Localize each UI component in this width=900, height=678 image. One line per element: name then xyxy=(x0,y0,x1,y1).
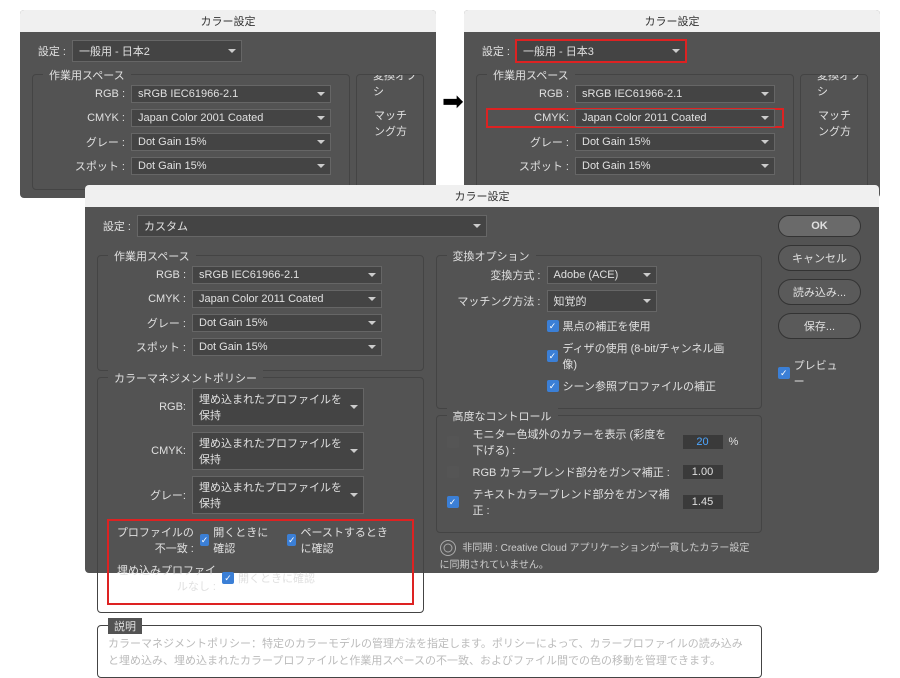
adv-textgamma-value[interactable]: 1.45 xyxy=(683,495,723,509)
dialog-title: カラー設定 xyxy=(85,185,879,207)
sync-status: 非同期 : Creative Cloud アプリケーションが一貫したカラー設定に… xyxy=(440,543,750,571)
setting-dropdown[interactable]: 一般用 - 日本2 xyxy=(72,40,242,62)
advanced-title: 高度なコントロール xyxy=(447,408,558,424)
workspace-title: 作業用スペース xyxy=(487,67,575,83)
gray-dropdown[interactable]: Dot Gain 15% xyxy=(131,133,331,151)
conv-mode-dropdown[interactable]: Adobe (ACE) xyxy=(547,266,657,284)
adv-textgamma-checkbox[interactable]: ✓ xyxy=(447,496,459,508)
convert-title: 変換オプシ xyxy=(367,74,423,99)
spot-dropdown[interactable]: Dot Gain 15% xyxy=(192,338,382,356)
matching-label: マッチング方 xyxy=(811,107,857,139)
cmyk-label: CMYK : xyxy=(108,293,192,305)
rgb-dropdown[interactable]: sRGB IEC61966-2.1 xyxy=(131,85,331,103)
gray-dropdown[interactable]: Dot Gain 15% xyxy=(575,133,775,151)
cmyk-dropdown[interactable]: Japan Color 2001 Coated xyxy=(131,109,331,127)
gray-label: グレー : xyxy=(108,315,192,331)
missing-label: 埋め込みプロファイルなし : xyxy=(112,562,222,594)
adv-textgamma-label: テキストカラーブレンド部分をガンマ補正 : xyxy=(473,486,683,518)
description-title: 説明 xyxy=(108,618,142,634)
adv-rgbgamma-label: RGB カラーブレンド部分をガンマ補正 : xyxy=(473,464,683,480)
gray-label: グレー : xyxy=(487,134,575,150)
load-button[interactable]: 読み込み... xyxy=(778,279,861,305)
cmyk-dropdown[interactable]: Japan Color 2011 Coated xyxy=(575,109,775,127)
matching-label: マッチング方法 : xyxy=(447,293,547,309)
policy-rgb-label: RGB: xyxy=(108,401,192,413)
preview-checkbox[interactable]: ✓プレビュー xyxy=(778,357,847,389)
mismatch-paste-checkbox[interactable]: ✓ペーストするときに確認 xyxy=(287,524,394,556)
cmyk-label: CMYK : xyxy=(43,112,131,124)
cancel-button[interactable]: キャンセル xyxy=(778,245,861,271)
spot-label: スポット : xyxy=(43,158,131,174)
color-settings-panel-before: カラー設定 設定 : 一般用 - 日本2 作業用スペース RGB :sRGB I… xyxy=(20,10,436,198)
adv-rgbgamma-checkbox[interactable]: ✓ xyxy=(447,466,459,478)
matching-dropdown[interactable]: 知覚的 xyxy=(547,290,657,312)
spot-label: スポット : xyxy=(108,339,192,355)
conv-chk-dither[interactable]: ✓ディザの使用 (8-bit/チャンネル画像) xyxy=(547,340,738,372)
cmyk-dropdown[interactable]: Japan Color 2011 Coated xyxy=(192,290,382,308)
adv-rgbgamma-value[interactable]: 1.00 xyxy=(683,465,723,479)
spot-dropdown[interactable]: Dot Gain 15% xyxy=(575,157,775,175)
matching-label: マッチング方 xyxy=(367,107,413,139)
rgb-label: RGB : xyxy=(487,88,575,100)
setting-dropdown[interactable]: 一般用 - 日本3 xyxy=(516,40,686,62)
sync-icon xyxy=(440,540,456,556)
ok-button[interactable]: OK xyxy=(778,215,861,237)
policy-title: カラーマネジメントポリシー xyxy=(108,370,263,386)
conv-mode-label: 変換方式 : xyxy=(447,267,547,283)
dialog-title: カラー設定 xyxy=(20,10,436,32)
adv-desat-value[interactable]: 20 xyxy=(683,435,723,449)
color-settings-panel-after: カラー設定 設定 : 一般用 - 日本3 作業用スペース RGB :sRGB I… xyxy=(464,10,880,198)
rgb-dropdown[interactable]: sRGB IEC61966-2.1 xyxy=(192,266,382,284)
setting-label: 設定 : xyxy=(97,218,137,234)
missing-open-checkbox[interactable]: ✓開くときに確認 xyxy=(222,570,315,586)
workspace-title: 作業用スペース xyxy=(43,67,131,83)
spot-dropdown[interactable]: Dot Gain 15% xyxy=(131,157,331,175)
dialog-title: カラー設定 xyxy=(464,10,880,32)
policy-rgb-dropdown[interactable]: 埋め込まれたプロファイルを保持 xyxy=(192,388,364,426)
convert-title: 変換オプシ xyxy=(811,74,867,99)
conv-chk-sceneref[interactable]: ✓シーン参照プロファイルの補正 xyxy=(547,378,716,394)
rgb-dropdown[interactable]: sRGB IEC61966-2.1 xyxy=(575,85,775,103)
policy-gray-label: グレー: xyxy=(108,487,192,503)
spot-label: スポット : xyxy=(487,158,575,174)
gray-dropdown[interactable]: Dot Gain 15% xyxy=(192,314,382,332)
cmyk-label: CMYK: xyxy=(487,112,575,124)
workspace-title: 作業用スペース xyxy=(108,248,196,264)
setting-label: 設定 : xyxy=(476,43,516,59)
setting-dropdown[interactable]: カスタム xyxy=(137,215,487,237)
policy-cmyk-dropdown[interactable]: 埋め込まれたプロファイルを保持 xyxy=(192,432,364,470)
adv-desat-unit: % xyxy=(723,436,739,448)
save-button[interactable]: 保存... xyxy=(778,313,861,339)
policy-gray-dropdown[interactable]: 埋め込まれたプロファイルを保持 xyxy=(192,476,364,514)
setting-label: 設定 : xyxy=(32,43,72,59)
gray-label: グレー : xyxy=(43,134,131,150)
color-settings-dialog: カラー設定 設定 : カスタム 作業用スペース RGB :sRGB IEC619… xyxy=(85,185,879,573)
description-text: カラーマネジメントポリシー：特定のカラーモデルの管理方法を指定します。ポリシーに… xyxy=(108,636,751,669)
arrow-icon: ➡ xyxy=(442,86,464,117)
mismatch-open-checkbox[interactable]: ✓開くときに確認 xyxy=(200,524,273,556)
policy-cmyk-label: CMYK: xyxy=(108,445,192,457)
rgb-label: RGB : xyxy=(43,88,131,100)
adv-desat-label: モニター色域外のカラーを表示 (彩度を下げる) : xyxy=(473,426,683,458)
conv-chk-blackpoint[interactable]: ✓黒点の補正を使用 xyxy=(547,318,651,334)
mismatch-label: プロファイルの不一致 : xyxy=(112,524,200,556)
convert-title: 変換オプション xyxy=(447,248,536,264)
adv-desat-checkbox[interactable]: ✓ xyxy=(447,436,459,448)
rgb-label: RGB : xyxy=(108,269,192,281)
